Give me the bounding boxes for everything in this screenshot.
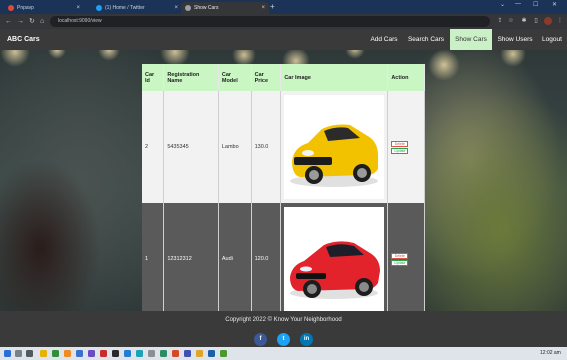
linkedin-icon[interactable]: in: [300, 333, 313, 346]
delete-button[interactable]: Delete: [391, 252, 409, 259]
cell-car-id: 2: [142, 91, 165, 203]
app-icon[interactable]: [136, 350, 143, 357]
nav-search-cars[interactable]: Search Cars: [404, 29, 448, 50]
tab-label: Show Cars: [194, 5, 219, 11]
app-icon[interactable]: [88, 350, 95, 357]
app-icon[interactable]: [112, 350, 119, 357]
app-icon[interactable]: [196, 350, 203, 357]
share-icon[interactable]: ⇪: [496, 17, 504, 25]
header-car-price: Car Price: [251, 64, 282, 91]
profile-avatar[interactable]: [544, 17, 552, 25]
window-close-icon[interactable]: ✕: [552, 1, 557, 8]
minimize-icon[interactable]: —: [515, 1, 521, 7]
page-footer: Copyright 2022 © Know Your Neighborhood …: [0, 311, 567, 347]
app-icon[interactable]: [76, 350, 83, 357]
forward-icon[interactable]: →: [17, 16, 24, 27]
os-taskbar: 12:02 am: [0, 347, 567, 360]
table-row: 2 5435345 Lambo 130.0 Delete Update: [142, 91, 425, 203]
nav-logout[interactable]: Logout: [538, 29, 566, 50]
cars-table: Car Id Registration Name Car Model Car P…: [142, 64, 425, 315]
car-image: [284, 207, 385, 311]
update-button[interactable]: Update: [391, 259, 409, 266]
tab-label: (1) Home / Twitter: [105, 5, 145, 11]
top-navbar: ABC Cars Add Cars Search Cars Show Cars …: [0, 29, 567, 50]
nav-add-cars[interactable]: Add Cars: [366, 29, 402, 50]
taskview-icon[interactable]: [26, 350, 33, 357]
header-car-model: Car Model: [218, 64, 252, 91]
cell-registration: 12312312: [163, 203, 219, 315]
new-tab-button[interactable]: +: [270, 2, 275, 12]
reload-icon[interactable]: ↻: [29, 16, 35, 27]
cell-image: [280, 91, 389, 203]
star-icon[interactable]: ☆: [507, 17, 515, 25]
browser-tab-3[interactable]: Show Cars ×: [181, 2, 269, 14]
address-bar[interactable]: localhost:9090/view: [50, 16, 490, 27]
browser-tab-1[interactable]: Pnpavp ×: [4, 2, 84, 14]
brand-logo[interactable]: ABC Cars: [7, 29, 40, 50]
update-button[interactable]: Update: [391, 147, 409, 154]
nav-show-cars[interactable]: Show Cars: [450, 29, 492, 50]
tab-search-icon[interactable]: ⌄: [500, 1, 505, 8]
cell-car-id: 1: [142, 203, 165, 315]
app-icon[interactable]: [208, 350, 215, 357]
tab-favicon-icon: [8, 5, 14, 11]
car-image: [284, 95, 385, 199]
header-action: Action: [387, 64, 425, 91]
browser-toolbar: ← → ↻ ⌂ localhost:9090/view ⇪ ☆ ✱ ▯ ⋮: [0, 14, 567, 29]
cell-image: [280, 203, 389, 315]
app-icon[interactable]: [64, 350, 71, 357]
menu-icon[interactable]: ⋮: [556, 17, 564, 25]
sidepanel-icon[interactable]: ▯: [532, 17, 540, 25]
browser-tab-2[interactable]: (1) Home / Twitter ×: [92, 2, 182, 14]
app-icon[interactable]: [160, 350, 167, 357]
app-icon[interactable]: [220, 350, 227, 357]
nav-show-users[interactable]: Show Users: [494, 29, 536, 50]
extension-icon[interactable]: ✱: [520, 17, 528, 25]
twitter-icon[interactable]: t: [277, 333, 290, 346]
table-row: 1 12312312 Audi 120.0 Delete Update: [142, 203, 425, 315]
tab-label: Pnpavp: [17, 5, 34, 11]
header-registration-name: Registration Name: [163, 64, 219, 91]
facebook-icon[interactable]: f: [254, 333, 267, 346]
globe-icon: [185, 5, 191, 11]
app-icon[interactable]: [148, 350, 155, 357]
cell-price: 130.0: [251, 91, 282, 203]
home-icon[interactable]: ⌂: [40, 16, 44, 27]
header-car-id: Car Id: [142, 64, 165, 91]
header-car-image: Car Image: [280, 64, 389, 91]
search-icon[interactable]: [15, 350, 22, 357]
start-icon[interactable]: [4, 350, 11, 357]
close-icon[interactable]: ×: [76, 5, 80, 11]
cell-model: Lambo: [218, 91, 252, 203]
close-icon[interactable]: ×: [261, 5, 265, 11]
taskbar-clock: 12:02 am: [540, 350, 561, 356]
cell-action: Delete Update: [387, 203, 425, 315]
bokeh-light: [428, 49, 460, 81]
app-icon[interactable]: [124, 350, 131, 357]
address-text: localhost:9090/view: [58, 18, 102, 24]
app-icon[interactable]: [172, 350, 179, 357]
back-icon[interactable]: ←: [5, 16, 12, 27]
maximize-icon[interactable]: ☐: [533, 1, 538, 8]
cell-model: Audi: [218, 203, 252, 315]
twitter-icon: [96, 5, 102, 11]
cell-registration: 5435345: [163, 91, 219, 203]
delete-button[interactable]: Delete: [391, 140, 409, 147]
copyright-text: Copyright 2022 © Know Your Neighborhood: [225, 317, 342, 323]
cell-price: 120.0: [251, 203, 282, 315]
chrome-icon[interactable]: [40, 350, 47, 357]
close-icon[interactable]: ×: [174, 5, 178, 11]
app-icon[interactable]: [184, 350, 191, 357]
app-icon[interactable]: [52, 350, 59, 357]
browser-tab-strip: Pnpavp × (1) Home / Twitter × Show Cars …: [0, 0, 567, 14]
page-background: ABC Cars Add Cars Search Cars Show Cars …: [0, 29, 567, 347]
table-header-row: Car Id Registration Name Car Model Car P…: [142, 64, 425, 91]
cell-action: Delete Update: [387, 91, 425, 203]
app-icon[interactable]: [100, 350, 107, 357]
